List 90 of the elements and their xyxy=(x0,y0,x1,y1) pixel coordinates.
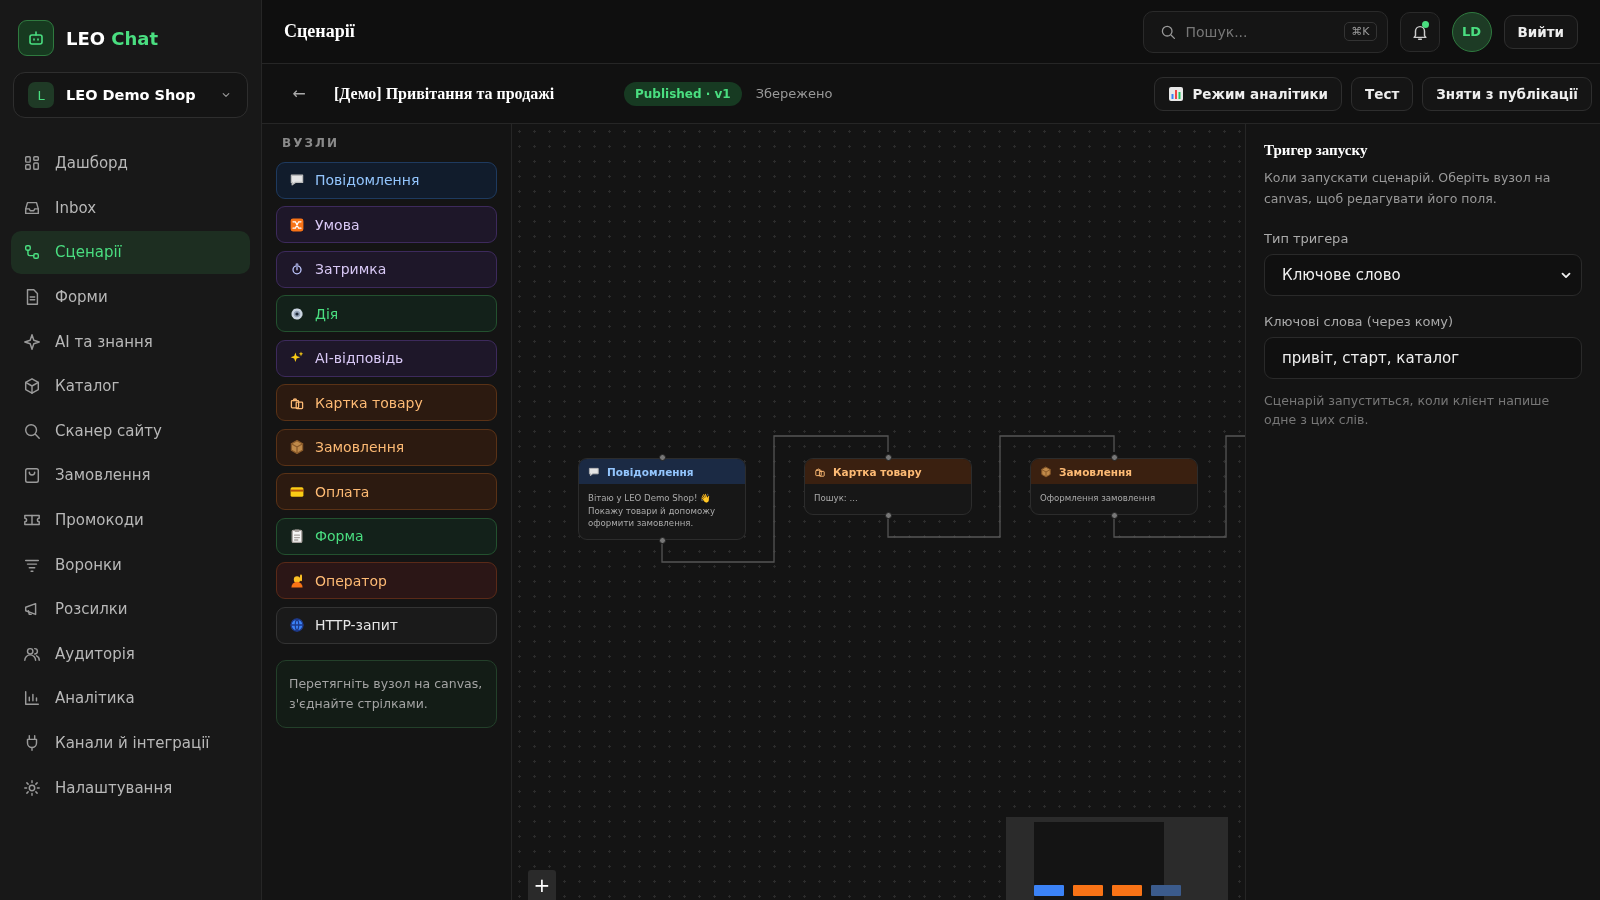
search-icon xyxy=(1159,23,1176,40)
node-type-item[interactable]: AI-відповідь xyxy=(276,339,497,377)
connection-port[interactable] xyxy=(884,511,892,519)
sidebar-item[interactable]: AI та знання xyxy=(11,320,250,363)
node-type-item[interactable]: HTTP-запит xyxy=(276,606,497,644)
panel-title: Тригер запуску xyxy=(1264,142,1369,159)
zoom-in-button[interactable]: + xyxy=(528,870,556,900)
node-title: Замовлення xyxy=(1059,465,1133,478)
minimap-node xyxy=(1111,885,1142,896)
shuffle-icon xyxy=(289,216,305,233)
speech-bubble-icon xyxy=(588,465,600,478)
grid-icon xyxy=(23,154,41,173)
box-icon xyxy=(23,377,41,396)
notifications-button[interactable] xyxy=(1399,11,1440,52)
sidebar-item[interactable]: Сканер сайту xyxy=(11,409,250,453)
sidebar-item[interactable]: Inbox xyxy=(11,186,250,230)
page-title: Сценарії xyxy=(284,21,355,42)
sidebar-item[interactable]: Сценарії xyxy=(11,231,250,274)
workspace-selector[interactable]: L LEO Demo Shop xyxy=(13,72,248,118)
sidebar-item[interactable]: Дашборд xyxy=(11,142,250,185)
node-type-item[interactable]: Оплата xyxy=(276,473,497,510)
node-type-item[interactable]: Повідомлення xyxy=(276,161,497,199)
status-badge: Published · v1 xyxy=(624,81,742,106)
package-icon xyxy=(289,439,305,455)
hint-text: Сценарій запуститься, коли клієнт напише одне з цих слів. xyxy=(1264,392,1551,429)
field-label: Тип тригера xyxy=(1264,231,1350,246)
back-button[interactable]: ← xyxy=(284,83,314,104)
node-type-item[interactable]: Оператор xyxy=(276,562,497,599)
logout-button[interactable]: Вийти xyxy=(1503,14,1578,49)
sidebar-item[interactable]: Замовлення xyxy=(11,454,250,497)
connection-port[interactable] xyxy=(884,454,892,461)
package-icon xyxy=(1040,465,1052,478)
node-body: Пошук: ... xyxy=(813,492,859,505)
stopwatch-icon xyxy=(289,261,305,277)
connection-port[interactable] xyxy=(1110,511,1118,519)
panel-description: Коли запускати сценарій. Оберіть вузол на canvas, щоб редагувати його поля. xyxy=(1264,169,1552,208)
node-type-item[interactable]: Умова xyxy=(276,206,497,243)
search-input[interactable]: Пошук... xyxy=(1183,22,1337,41)
minimap-node xyxy=(1033,885,1064,896)
node-body: Оформлення замовлення xyxy=(1039,492,1157,505)
search-icon xyxy=(23,421,41,440)
save-status: Збережено xyxy=(755,86,833,101)
clipboard-icon xyxy=(289,528,305,544)
globe-icon xyxy=(289,617,305,633)
speech-bubble-icon xyxy=(289,172,305,188)
sidebar-item[interactable]: Налаштування xyxy=(11,766,250,809)
keywords-field[interactable]: привіт, старт, каталог xyxy=(1264,337,1582,379)
node-type-item[interactable]: Затримка xyxy=(276,250,497,288)
sparkle-icon xyxy=(23,332,41,351)
workspace-avatar: L xyxy=(28,82,54,108)
settings-icon xyxy=(23,778,41,797)
action-button[interactable]: Тест xyxy=(1351,76,1414,111)
node-title: Картка товару xyxy=(833,465,922,478)
sidebar-item[interactable]: Розсилки xyxy=(11,587,250,631)
node-type-item[interactable]: Форма xyxy=(276,517,497,555)
node-type-item[interactable]: Замовлення xyxy=(276,428,497,466)
bar-chart-icon xyxy=(23,689,41,708)
sidebar-item[interactable]: Аудиторія xyxy=(11,632,250,676)
user-avatar[interactable]: LD xyxy=(1451,11,1492,52)
connection-port[interactable] xyxy=(658,536,666,544)
hint-text: Перетягніть вузол на canvas, з'єднайте стрілками. xyxy=(276,660,497,728)
app-logo: LEO Chat xyxy=(66,27,159,49)
connection-port[interactable] xyxy=(1110,454,1118,461)
search-field[interactable]: Пошук... ⌘K xyxy=(1142,10,1388,53)
field-label: Ключові слова (через кому) xyxy=(1264,314,1455,329)
connection-port[interactable] xyxy=(658,454,666,461)
sidebar-item[interactable]: Промокоди xyxy=(11,498,250,542)
flow-title: [Демо] Привітання та продажі xyxy=(334,84,556,103)
shopping-bags-icon xyxy=(814,465,826,478)
sidebar-item[interactable]: Канали й інтеграції xyxy=(11,721,250,765)
shopping-bag-icon xyxy=(23,466,41,485)
sidebar-item[interactable]: Аналітика xyxy=(11,677,250,720)
node-title: Повідомлення xyxy=(607,465,694,478)
node-type-item[interactable]: Дія xyxy=(276,295,497,332)
minimap-node xyxy=(1150,885,1181,896)
shortcut-hint: ⌘K xyxy=(1344,22,1377,41)
flow-icon xyxy=(23,243,41,262)
node-type-item[interactable]: Картка товару xyxy=(276,384,497,421)
trigger-type-select[interactable]: Ключове слово xyxy=(1264,254,1582,296)
sidebar-item[interactable]: Каталог xyxy=(11,364,250,408)
action-button[interactable]: Зняти з публікації xyxy=(1422,76,1592,111)
sidebar-item[interactable]: Форми xyxy=(11,275,250,319)
sidebar-item[interactable]: Воронки xyxy=(11,543,250,586)
section-heading: ВУЗЛИ xyxy=(281,136,340,152)
node-body: Вітаю у LEO Demo Shop! 👋 Покажу товари й допоможу оформити замовлення. xyxy=(587,492,717,530)
analytics-mode-button[interactable]: Режим аналітики xyxy=(1154,76,1343,111)
minimap-node xyxy=(1072,885,1103,896)
bar-chart-icon xyxy=(1168,85,1185,102)
person-raising-hand-icon xyxy=(289,572,305,589)
robot-icon xyxy=(18,20,54,56)
